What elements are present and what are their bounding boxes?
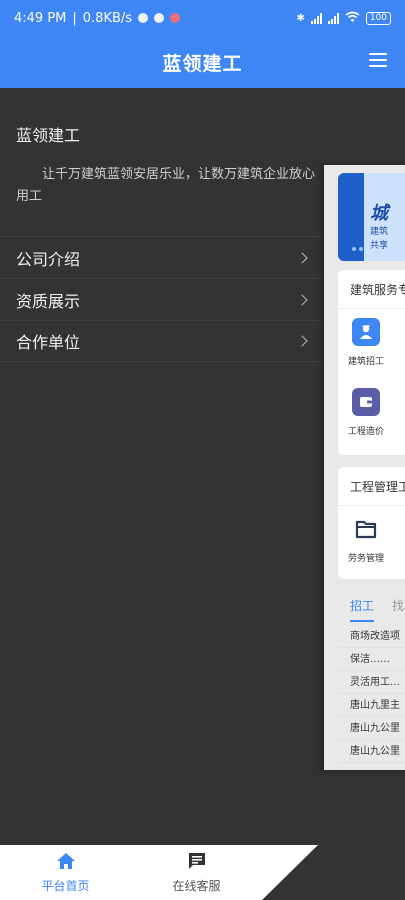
notification-icon <box>138 13 149 23</box>
banner-text: 共享 <box>370 241 389 251</box>
bottom-nav: 平台首页 在线客服 <box>0 845 262 900</box>
list-item[interactable]: 唐山九里主 <box>338 694 405 717</box>
management-item[interactable]: 劳务管理 <box>348 515 405 564</box>
chevron-right-icon <box>296 335 308 347</box>
status-time: 4:49 PM <box>14 10 67 26</box>
service-label: 建筑招工 <box>348 357 385 367</box>
bluetooth-icon: ✱ <box>296 12 305 24</box>
worker-icon <box>352 318 380 346</box>
signal-icon <box>327 12 339 24</box>
battery-icon: 100 <box>365 11 391 25</box>
nav-service-label: 在线客服 <box>172 878 221 893</box>
menu-item-label: 合作单位 <box>16 333 81 352</box>
bottom-nav-corner <box>262 845 318 900</box>
tab-find[interactable]: 找 <box>392 597 404 622</box>
hamburger-menu-icon[interactable] <box>369 53 387 67</box>
nav-home[interactable]: 平台首页 <box>0 845 131 900</box>
nav-home-label: 平台首页 <box>41 878 90 893</box>
services-title: 建筑服务专 <box>350 283 405 297</box>
banner-pagination <box>352 247 363 251</box>
notification-icon <box>170 13 181 23</box>
list-item[interactable]: 商场改造项 <box>338 625 405 648</box>
drawer-title: 蓝领建工 <box>16 126 81 145</box>
notification-icon <box>154 13 165 23</box>
management-title: 工程管理工 <box>350 480 405 494</box>
nav-online-service[interactable]: 在线客服 <box>131 845 262 900</box>
wifi-icon <box>345 11 360 25</box>
drawer-intro: 蓝领建工 让千万建筑蓝领安居乐业，让数万建筑企业放心用工 <box>16 122 316 208</box>
chevron-right-icon <box>296 251 308 264</box>
home-icon <box>56 852 76 874</box>
main-page-preview[interactable]: 城 建筑 共享 建筑服务专 建筑招工 工程造价 工程管理工 劳务管理 招工 找 … <box>324 165 405 770</box>
tab-recruit[interactable]: 招工 <box>350 597 375 622</box>
status-network-speed: 0.8KB/s <box>82 10 133 26</box>
menu-item-partners[interactable]: 合作单位 <box>0 320 322 362</box>
job-list: 商场改造项 保洁…… 灵活用工… 唐山九里主 唐山九公里 唐山九公里 <box>338 625 405 763</box>
drawer-description: 让千万建筑蓝领安居乐业，让数万建筑企业放心用工 <box>16 167 316 204</box>
service-label: 工程造价 <box>348 427 385 437</box>
job-tabs: 招工 找 <box>338 597 405 622</box>
banner-headline: 城 <box>370 203 388 224</box>
menu-item-label: 公司介绍 <box>16 249 81 269</box>
folder-icon <box>352 515 380 543</box>
management-label: 劳务管理 <box>348 554 385 564</box>
app-header: 蓝领建工 <box>0 36 405 88</box>
app-title: 蓝领建工 <box>162 52 243 75</box>
chevron-right-icon <box>296 293 308 306</box>
chat-icon <box>187 852 207 874</box>
menu-item-company-intro[interactable]: 公司介绍 <box>0 236 322 278</box>
service-item[interactable]: 工程造价 <box>348 388 405 437</box>
service-item[interactable]: 建筑招工 <box>348 318 405 367</box>
banner[interactable]: 城 建筑 共享 <box>338 173 405 261</box>
banner-text: 建筑 <box>370 227 389 237</box>
status-bar: 4:49 PM | 0.8KB/s ✱ 100 <box>0 0 405 36</box>
list-item[interactable]: 唐山九公里 <box>338 740 405 763</box>
menu-item-qualifications[interactable]: 资质展示 <box>0 278 322 320</box>
drawer-menu: 公司介绍 资质展示 合作单位 <box>0 236 322 362</box>
management-card: 工程管理工 劳务管理 <box>338 467 405 579</box>
list-item[interactable]: 保洁…… <box>338 648 405 671</box>
wallet-icon <box>352 388 380 416</box>
list-item[interactable]: 唐山九公里 <box>338 717 405 740</box>
services-card: 建筑服务专 建筑招工 工程造价 <box>338 270 405 455</box>
list-item[interactable]: 灵活用工… <box>338 671 405 694</box>
menu-item-label: 资质展示 <box>16 291 81 311</box>
signal-icon <box>310 12 322 24</box>
